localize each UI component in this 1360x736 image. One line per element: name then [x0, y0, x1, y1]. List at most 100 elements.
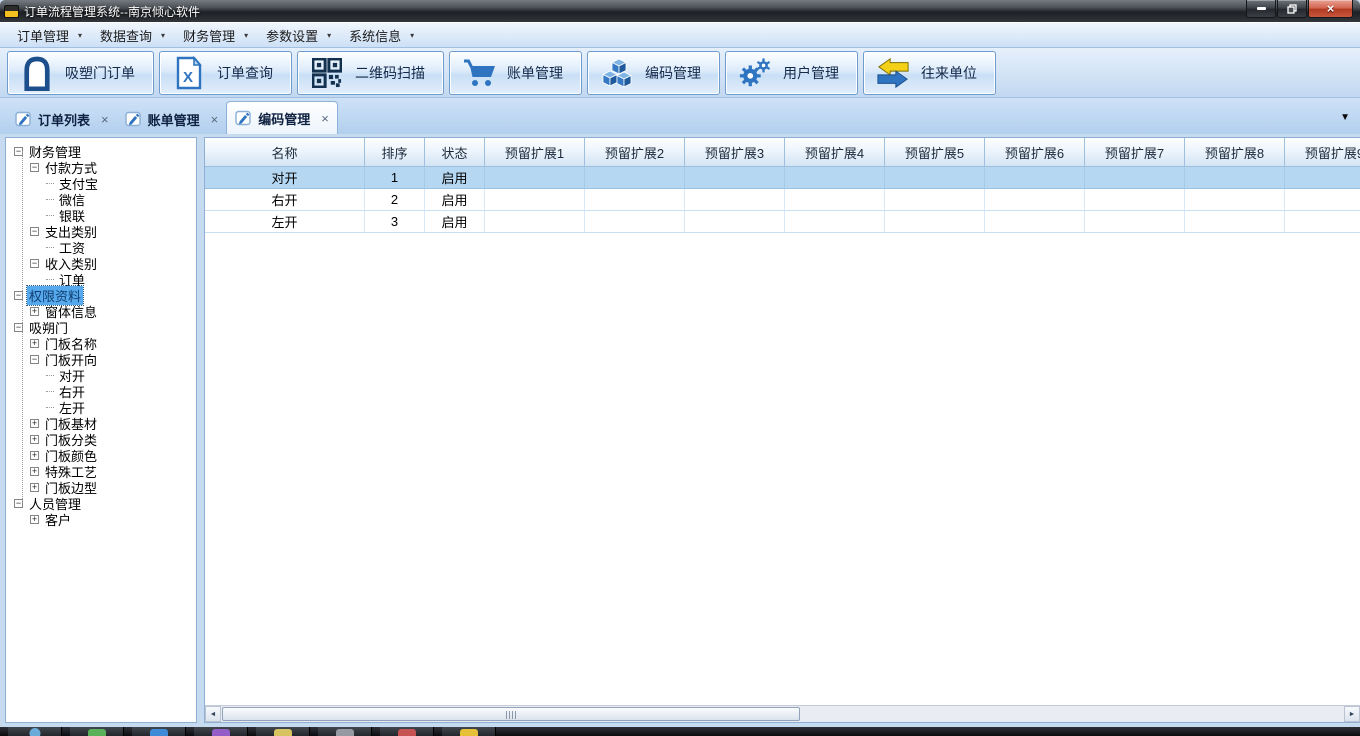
close-button[interactable]: × [1308, 0, 1353, 18]
column-header-2[interactable]: 排序 [365, 138, 425, 166]
expand-icon[interactable]: + [30, 515, 39, 524]
tree-item-10[interactable]: −权限资料 [6, 287, 196, 303]
yellow-app-icon [274, 729, 292, 736]
table-cell [685, 189, 785, 210]
collapse-icon[interactable]: − [30, 355, 39, 364]
scroll-left-arrow-icon[interactable]: ◄ [205, 706, 221, 722]
column-header-5[interactable]: 预留扩展2 [585, 138, 685, 166]
tree-item-18[interactable]: +门板基材 [6, 415, 196, 431]
taskbar-item-6[interactable] [318, 727, 372, 736]
column-header-12[interactable]: 预留扩展9 [1285, 138, 1360, 166]
tree-item-12[interactable]: −吸朔门 [6, 319, 196, 335]
taskbar-item-5[interactable] [256, 727, 310, 736]
menu-item-5[interactable]: 系统信息▾ [340, 23, 423, 48]
tree-connector [46, 183, 54, 184]
toolbar-button-label: 账单管理 [507, 63, 563, 83]
tab-1[interactable]: 订单列表× [7, 104, 117, 134]
tree-item-17[interactable]: 左开 [6, 399, 196, 415]
taskbar-item-8[interactable] [442, 727, 496, 736]
scroll-right-arrow-icon[interactable]: ► [1344, 706, 1360, 722]
menu-item-1[interactable]: 订单管理▾ [8, 23, 91, 48]
tree-item-1[interactable]: −财务管理 [6, 143, 196, 159]
expand-icon[interactable]: + [30, 435, 39, 444]
taskbar-item-1[interactable] [8, 727, 62, 736]
collapse-icon[interactable]: − [30, 227, 39, 236]
tree-item-14[interactable]: −门板开向 [6, 351, 196, 367]
table-row-2[interactable]: 右开2启用 [205, 189, 1360, 211]
gears-icon [738, 55, 772, 91]
tree-item-21[interactable]: +特殊工艺 [6, 463, 196, 479]
tree-item-24[interactable]: +客户 [6, 511, 196, 527]
tab-close-icon[interactable]: × [211, 112, 219, 127]
column-header-6[interactable]: 预留扩展3 [685, 138, 785, 166]
tree-item-7[interactable]: 工资 [6, 239, 196, 255]
expand-icon[interactable]: + [30, 467, 39, 476]
toolbar-button-6[interactable]: 用户管理 [725, 51, 858, 95]
toolbar-button-7[interactable]: 往来单位 [863, 51, 996, 95]
tree-item-6[interactable]: −支出类别 [6, 223, 196, 239]
tab-3[interactable]: 编码管理× [226, 101, 338, 134]
tab-close-icon[interactable]: × [101, 112, 109, 127]
toolbar-button-5[interactable]: 编码管理 [587, 51, 720, 95]
tree-item-13[interactable]: +门板名称 [6, 335, 196, 351]
tree-item-15[interactable]: 对开 [6, 367, 196, 383]
column-header-8[interactable]: 预留扩展5 [885, 138, 985, 166]
column-header-1[interactable]: 名称 [205, 138, 365, 166]
menu-item-2[interactable]: 数据查询▾ [91, 23, 174, 48]
tree-connector [46, 279, 54, 280]
app-icon [4, 5, 19, 18]
table-cell: 1 [365, 167, 425, 188]
tree-item-3[interactable]: 支付宝 [6, 175, 196, 191]
expand-icon[interactable]: + [30, 307, 39, 316]
tree-item-23[interactable]: −人员管理 [6, 495, 196, 511]
menu-item-4[interactable]: 参数设置▾ [257, 23, 340, 48]
column-header-4[interactable]: 预留扩展1 [485, 138, 585, 166]
tree-item-20[interactable]: +门板颜色 [6, 447, 196, 463]
expand-icon[interactable]: + [30, 451, 39, 460]
table-row-1[interactable]: 对开1启用 [205, 167, 1360, 189]
windows-taskbar[interactable] [0, 727, 1360, 736]
expand-icon[interactable]: + [30, 419, 39, 428]
column-header-10[interactable]: 预留扩展7 [1085, 138, 1185, 166]
collapse-icon[interactable]: − [30, 163, 39, 172]
toolbar-button-3[interactable]: 二维码扫描 [297, 51, 444, 95]
table-cell [1285, 211, 1360, 232]
taskbar-item-4[interactable] [194, 727, 248, 736]
tab-close-icon[interactable]: × [321, 111, 329, 126]
tree-connector [46, 391, 54, 392]
expand-icon[interactable]: + [30, 339, 39, 348]
scrollbar-thumb[interactable] [222, 707, 800, 721]
tab-overflow-button[interactable]: ▼ [1340, 112, 1350, 123]
tree-item-5[interactable]: 银联 [6, 207, 196, 223]
table-row-3[interactable]: 左开3启用 [205, 211, 1360, 233]
tab-bar: 订单列表× 账单管理× 编码管理× ▼ [0, 98, 1360, 134]
tree-item-19[interactable]: +门板分类 [6, 431, 196, 447]
tree-item-8[interactable]: −收入类别 [6, 255, 196, 271]
tab-2[interactable]: 账单管理× [117, 104, 227, 134]
table-cell [585, 211, 685, 232]
toolbar-button-4[interactable]: 账单管理 [449, 51, 582, 95]
minimize-button[interactable] [1246, 0, 1276, 18]
chevron-down-icon: ▾ [161, 31, 165, 40]
start-orb-icon [29, 728, 40, 736]
toolbar-button-2[interactable]: X 订单查询 [159, 51, 292, 95]
column-header-11[interactable]: 预留扩展8 [1185, 138, 1285, 166]
collapse-icon[interactable]: − [30, 259, 39, 268]
taskbar-item-7[interactable] [380, 727, 434, 736]
tree-item-16[interactable]: 右开 [6, 383, 196, 399]
toolbar-button-label: 用户管理 [783, 63, 839, 83]
horizontal-scrollbar[interactable]: ◄ ► [205, 705, 1360, 722]
taskbar-item-3[interactable] [132, 727, 186, 736]
column-header-3[interactable]: 状态 [425, 138, 485, 166]
close-icon: × [1327, 2, 1335, 15]
restore-button[interactable] [1277, 0, 1307, 18]
column-header-7[interactable]: 预留扩展4 [785, 138, 885, 166]
column-header-9[interactable]: 预留扩展6 [985, 138, 1085, 166]
taskbar-item-2[interactable] [70, 727, 124, 736]
tree-item-2[interactable]: −付款方式 [6, 159, 196, 175]
data-table-panel: 名称排序状态预留扩展1预留扩展2预留扩展3预留扩展4预留扩展5预留扩展6预留扩展… [204, 137, 1360, 723]
expand-icon[interactable]: + [30, 483, 39, 492]
tree-item-4[interactable]: 微信 [6, 191, 196, 207]
toolbar-button-1[interactable]: 吸塑门订单 [7, 51, 154, 95]
menu-item-3[interactable]: 财务管理▾ [174, 23, 257, 48]
